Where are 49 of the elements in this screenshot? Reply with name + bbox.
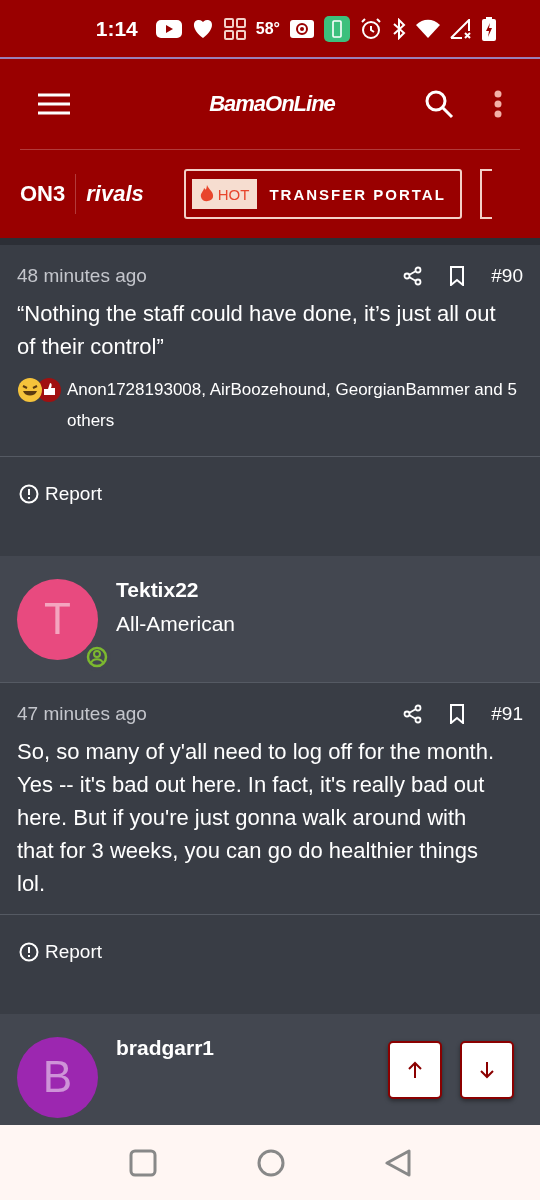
bookmark-icon[interactable] [449, 266, 466, 286]
grid-icon [223, 17, 246, 40]
signal-icon [450, 18, 472, 39]
menu-icon[interactable] [38, 93, 70, 115]
alert-icon [19, 484, 39, 504]
brand-logo[interactable]: ON3 [20, 181, 66, 207]
battery-icon [482, 16, 496, 41]
partner-logo[interactable]: rivals [86, 181, 144, 207]
arrow-down-icon [479, 1061, 495, 1079]
username[interactable]: Tektix22 [116, 578, 236, 602]
bluetooth-icon [392, 17, 406, 40]
status-time: 1:14 [95, 16, 138, 41]
recents-icon[interactable] [129, 1148, 157, 1177]
report-button[interactable]: Report [17, 483, 103, 505]
home-icon[interactable] [257, 1148, 285, 1177]
post-time: 47 minutes ago [17, 703, 148, 725]
arrow-up-icon [407, 1061, 423, 1079]
flame-icon [199, 185, 214, 203]
next-link[interactable] [479, 169, 492, 219]
post-text: So, so many of y'all need to log off for the month. Yes -- it's bad out here. In fact, it's really bad out here. But if you're just gonna walk around with that for 3 weeks, you can go do healthier things lol. [16, 738, 496, 898]
reaction-icons[interactable] [17, 377, 63, 403]
report-button[interactable]: Report [17, 941, 103, 963]
post-time: 48 minutes ago [17, 265, 148, 287]
transfer-portal-link[interactable]: HOT TRANSFER PORTAL [183, 169, 462, 219]
speaker-icon [290, 19, 314, 38]
site-logo[interactable]: BamaOnLine [70, 91, 424, 117]
reaction-names[interactable]: Anon1728193008, AirBoozehound, GeorgianBammer and 5 others [67, 374, 523, 436]
post-text: “Nothing the staff could have done, it’s just all out of their control” [16, 300, 497, 361]
share-icon[interactable] [403, 704, 424, 724]
bookmark-icon[interactable] [449, 704, 466, 724]
scroll-up-button[interactable] [388, 1041, 442, 1099]
alarm-icon [360, 17, 382, 40]
username[interactable]: bradgarr1 [116, 1036, 215, 1060]
search-icon[interactable] [424, 89, 454, 119]
heart-icon [191, 18, 214, 39]
share-icon[interactable] [403, 266, 424, 286]
temperature: 58° [255, 19, 280, 38]
scroll-down-button[interactable] [460, 1041, 514, 1099]
hot-label: HOT [217, 185, 250, 203]
post-number[interactable]: #90 [491, 265, 523, 287]
user-title: All-American [116, 612, 236, 636]
post-number[interactable]: #91 [491, 703, 523, 725]
wifi-icon [416, 18, 440, 39]
more-icon[interactable] [494, 90, 502, 118]
portal-label: TRANSFER PORTAL [269, 185, 447, 203]
alert-icon [19, 942, 39, 962]
battery-saver-icon [324, 15, 350, 42]
back-icon[interactable] [385, 1148, 411, 1177]
play-icon [155, 19, 182, 38]
